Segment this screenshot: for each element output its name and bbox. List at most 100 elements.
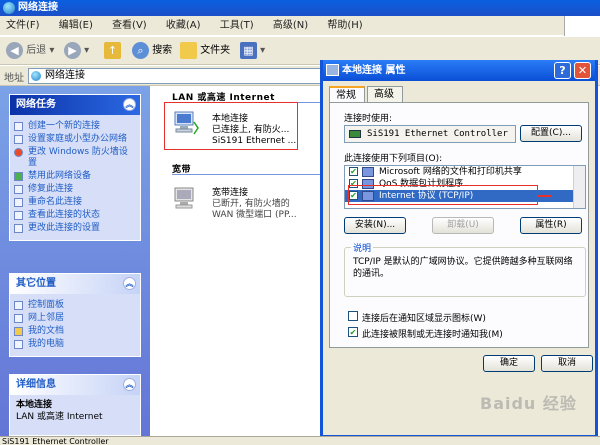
close-button[interactable]: ✕ <box>574 62 591 79</box>
details-name: 本地连接 <box>16 400 53 410</box>
folders-button[interactable]: 文件夹 <box>180 41 230 61</box>
task-change-settings[interactable]: 更改此连接的设置 <box>14 223 136 234</box>
disable-icon <box>14 172 23 181</box>
notify-checkbox[interactable]: ✔ 此连接被限制或无连接时通知我(M) <box>348 327 503 340</box>
show-icon-checkbox[interactable]: 连接后在通知区域显示图标(W) <box>348 311 486 324</box>
checkbox[interactable] <box>348 311 358 321</box>
window-title-bar[interactable]: 网络连接 <box>0 0 600 16</box>
address-label: 地址 <box>4 73 24 84</box>
details-panel: 详细信息 ︽ 本地连接 LAN 或高速 Internet <box>9 374 141 436</box>
task-firewall-settings[interactable]: 更改 Windows 防火墙设置 <box>14 147 136 169</box>
computer-icon <box>14 340 23 349</box>
control-panel-icon <box>14 301 23 310</box>
menu-bar: 文件(F) 编辑(E) 查看(V) 收藏(A) 工具(T) 高级(N) 帮助(H… <box>0 16 600 36</box>
collapse-chevron-icon[interactable]: ︽ <box>123 277 136 290</box>
rename-icon <box>14 198 23 207</box>
repair-icon <box>14 185 23 194</box>
tab-advanced[interactable]: 高级 <box>367 86 403 102</box>
highlight-box <box>164 102 298 150</box>
network-icon <box>31 71 41 81</box>
folder-icon <box>180 41 197 59</box>
windows-logo-icon <box>564 16 600 36</box>
cancel-button[interactable]: 取消 <box>541 355 593 372</box>
menu-edit[interactable]: 编辑(E) <box>59 20 93 31</box>
window-title: 网络连接 <box>18 2 58 13</box>
task-pane: 网络任务 ︽ 创建一个新的连接 设置家庭或小型办公网络 更改 Windows 防… <box>0 86 150 436</box>
address-value: 网络连接 <box>45 70 85 81</box>
place-my-documents[interactable]: 我的文档 <box>14 326 136 337</box>
collapse-chevron-icon[interactable]: ︽ <box>123 98 136 111</box>
collapse-chevron-icon[interactable]: ︽ <box>123 378 136 391</box>
firewall-icon <box>14 148 23 157</box>
status-icon <box>14 211 23 220</box>
adapter-field: SiS191 Ethernet Controller <box>344 125 516 143</box>
description-group: 说明 TCP/IP 是默认的广域网协议。它提供跨越多种互联网络的通讯。 <box>344 241 586 297</box>
task-view-status[interactable]: 查看此连接的状态 <box>14 210 136 221</box>
tab-general[interactable]: 常规 <box>329 86 365 103</box>
list-item[interactable]: ✔ Microsoft 网络的文件和打印机共享 <box>345 166 585 178</box>
help-button[interactable]: ? <box>554 62 571 79</box>
dialog-title: 本地连接 属性 <box>342 65 406 76</box>
properties-dialog: 本地连接 属性 ? ✕ 常规 高级 连接时使用: SiS191 Ethernet… <box>320 60 598 438</box>
configure-button[interactable]: 配置(C)... <box>520 125 582 142</box>
broadband-connection-item[interactable]: 宽带连接 已断开, 有防火墙的 WAN 微型端口 (PP... <box>212 188 297 221</box>
views-button[interactable]: ▦ ▾ <box>240 41 265 61</box>
status-bar: SiS191 Ethernet Controller <box>0 436 600 445</box>
install-button[interactable]: 安装(N)... <box>344 217 406 234</box>
menu-file[interactable]: 文件(F) <box>6 20 40 31</box>
connect-using-label: 连接时使用: <box>344 114 393 124</box>
file-share-icon <box>362 167 374 177</box>
up-folder-icon: ↑ <box>104 41 121 59</box>
properties-button[interactable]: 属性(R) <box>520 217 582 234</box>
network-tasks-panel: 网络任务 ︽ 创建一个新的连接 设置家庭或小型办公网络 更改 Windows 防… <box>9 94 141 241</box>
network-neighborhood-icon <box>14 314 23 323</box>
menu-advanced[interactable]: 高级(N) <box>273 20 308 31</box>
checkbox[interactable]: ✔ <box>348 327 358 337</box>
broadband-connection-device: WAN 微型端口 (PP... <box>212 210 297 220</box>
task-setup-home-network[interactable]: 设置家庭或小型办公网络 <box>14 134 136 145</box>
adapter-name: SiS191 Ethernet Controller <box>367 129 508 139</box>
forward-button[interactable]: ▶ ▾ <box>64 41 89 61</box>
checkbox[interactable]: ✔ <box>349 167 358 176</box>
watermark-logo: Baidu 经验 <box>480 394 577 413</box>
broadband-connection-icon <box>172 186 200 212</box>
ok-button[interactable]: 确定 <box>483 355 535 372</box>
items-label: 此连接使用下列项目(O): <box>344 154 443 164</box>
new-connection-icon <box>14 122 23 131</box>
menu-help[interactable]: 帮助(H) <box>327 20 362 31</box>
description-label: 说明 <box>351 241 374 254</box>
search-button[interactable]: ⌕ 搜索 <box>132 41 172 61</box>
description-text: TCP/IP 是默认的广域网协议。它提供跨越多种互联网络的通讯。 <box>353 257 573 279</box>
back-arrow-icon: ◀ <box>6 41 23 59</box>
status-text: SiS191 Ethernet Controller <box>2 437 109 445</box>
menu-tools[interactable]: 工具(T) <box>220 20 254 31</box>
views-icon: ▦ <box>240 41 257 59</box>
dialog-title-bar[interactable]: 本地连接 属性 ? ✕ <box>323 60 595 81</box>
place-control-panel[interactable]: 控制面板 <box>14 300 136 311</box>
other-places-header[interactable]: 其它位置 ︽ <box>10 274 140 294</box>
place-network-neighborhood[interactable]: 网上邻居 <box>14 313 136 324</box>
network-tasks-header[interactable]: 网络任务 ︽ <box>10 95 140 115</box>
task-create-connection[interactable]: 创建一个新的连接 <box>14 121 136 132</box>
documents-folder-icon <box>14 327 23 336</box>
home-network-icon <box>14 135 23 144</box>
details-header[interactable]: 详细信息 ︽ <box>10 375 140 395</box>
broadband-connection-status: 已断开, 有防火墙的 <box>212 199 290 209</box>
broadband-connection-name: 宽带连接 <box>212 188 249 198</box>
details-type: LAN 或高速 Internet <box>16 412 103 422</box>
search-icon: ⌕ <box>132 41 149 59</box>
up-folder-button[interactable]: ↑ <box>104 41 121 61</box>
settings-icon <box>14 224 23 233</box>
highlight-line <box>538 195 552 197</box>
task-repair-connection[interactable]: 修复此连接 <box>14 184 136 195</box>
back-button[interactable]: ◀ 后退 ▾ <box>6 41 54 61</box>
menu-view[interactable]: 查看(V) <box>112 20 147 31</box>
place-my-computer[interactable]: 我的电脑 <box>14 339 136 350</box>
general-tab-panel: 连接时使用: SiS191 Ethernet Controller 配置(C).… <box>329 102 589 348</box>
menu-favorites[interactable]: 收藏(A) <box>166 20 201 31</box>
uninstall-button: 卸载(U) <box>432 217 494 234</box>
task-rename-connection[interactable]: 重命名此连接 <box>14 197 136 208</box>
list-scrollbar[interactable] <box>573 166 585 208</box>
task-disable-device[interactable]: 禁用此网络设备 <box>14 171 136 182</box>
forward-arrow-icon: ▶ <box>64 41 81 59</box>
